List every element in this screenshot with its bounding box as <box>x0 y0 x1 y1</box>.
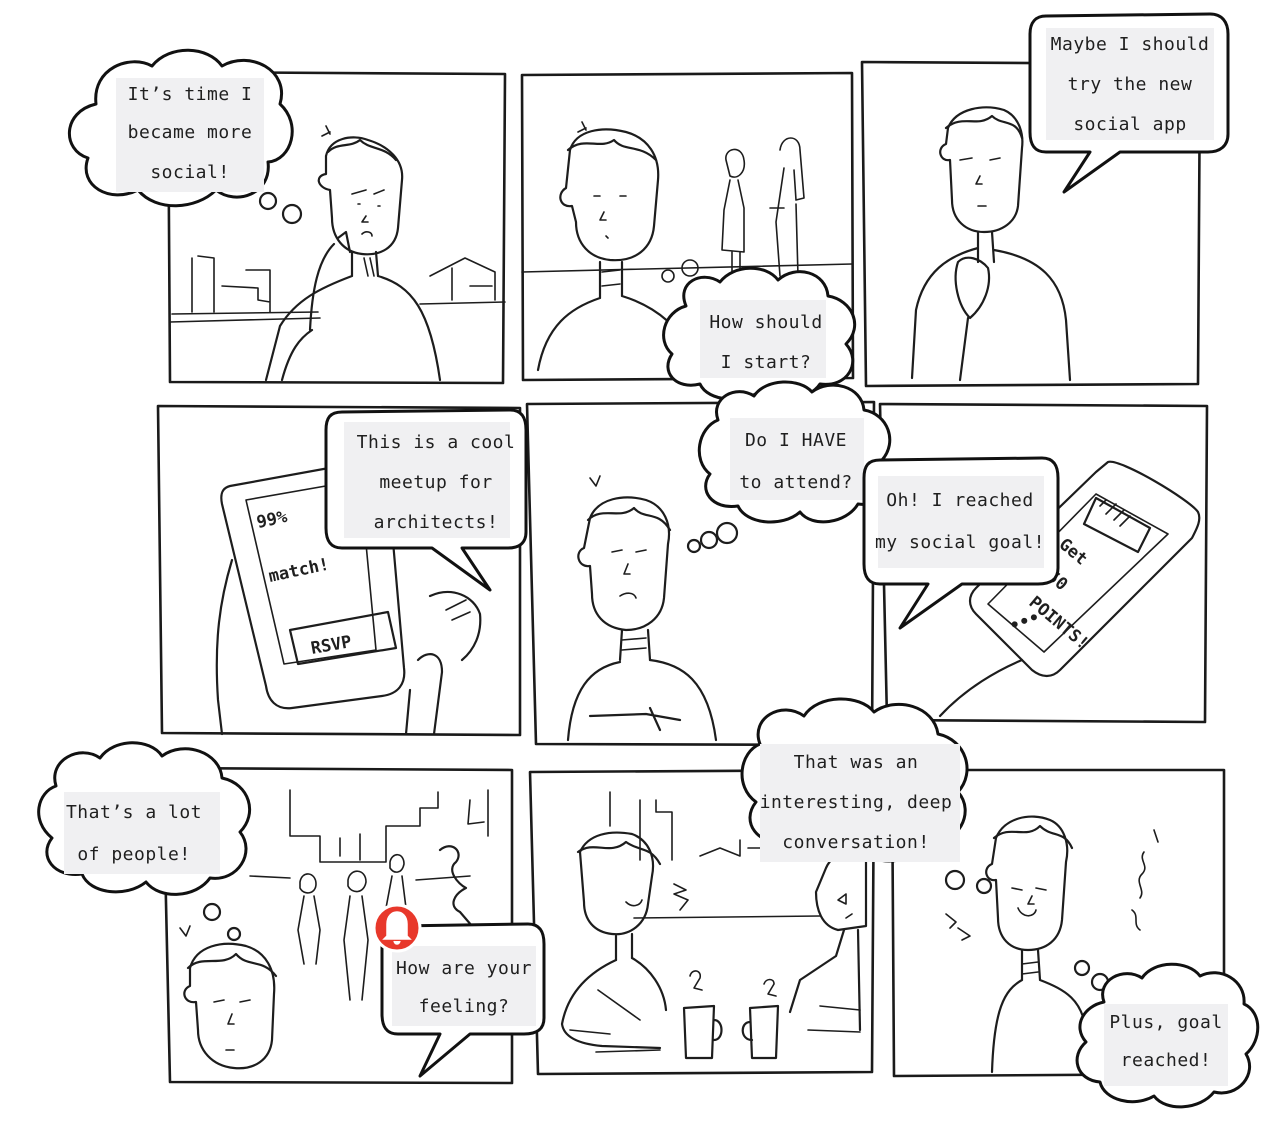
bubble-p1-line3: social! <box>150 162 229 183</box>
bubble-p3-line2: try the new <box>1068 74 1193 95</box>
bubble-p8-line3: conversation! <box>782 832 929 853</box>
bubble-p7-line2: of people! <box>77 844 190 865</box>
bubble-p1-line1: It’s time I <box>128 84 253 105</box>
bubble-p5-line1: Do I HAVE <box>745 430 847 451</box>
thought-bubble-p8: That was an interesting, deep conversati… <box>740 697 969 863</box>
notification-bubble-p7: How are your feeling? <box>372 903 546 1078</box>
phone-match-line1: 99% <box>255 507 290 533</box>
bubble-p3-line3: social app <box>1073 114 1186 135</box>
thought-bubble-p7: That’s a lot of people! <box>37 741 252 896</box>
phone-match-line2: match! <box>267 555 331 587</box>
bubble-p6-line1: Oh! I reached <box>886 490 1033 511</box>
bubble-p4-line1: This is a cool <box>357 432 516 453</box>
panel-5-art <box>566 475 739 742</box>
bubble-p2-line1: How should <box>709 312 822 333</box>
bubble-p4-line2: meetup for <box>379 472 492 493</box>
thought-bubble-p1: It’s time I became more social! <box>67 48 303 225</box>
thought-bubble-p5: Do I HAVE to attend? <box>697 380 892 524</box>
bubble-p1-line2: became more <box>128 122 253 143</box>
bubble-p9-line2: reached! <box>1121 1050 1212 1071</box>
phone6-line1: Get <box>1055 535 1091 570</box>
bubble-p9-line1: Plus, goal <box>1109 1012 1222 1033</box>
bubble-p3-line1: Maybe I should <box>1051 34 1210 55</box>
bubble-p5-line2: to attend? <box>739 472 852 493</box>
notification-line2: feeling? <box>419 996 510 1017</box>
bubble-p2-line2: I start? <box>721 352 812 373</box>
bubble-p7-line1: That’s a lot <box>66 802 202 823</box>
bubble-p8-line1: That was an <box>794 752 919 773</box>
bubble-p4-line3: architects! <box>374 512 499 533</box>
storyboard-comic: 99% match! RSVP Get 50 POINTS! ••• It’s … <box>37 12 1260 1109</box>
thought-bubble-p2: How should I start? <box>662 266 857 401</box>
thought-bubble-p9: Plus, goal reached! <box>1075 962 1260 1109</box>
bubble-p8-line2: interesting, deep <box>760 792 953 813</box>
phone6-dots: ••• <box>1007 607 1043 636</box>
bubble-p6-line2: my social goal! <box>875 532 1045 553</box>
speech-bubble-p4: This is a cool meetup for architects! <box>324 408 528 592</box>
notification-line1: How are your <box>396 958 532 979</box>
